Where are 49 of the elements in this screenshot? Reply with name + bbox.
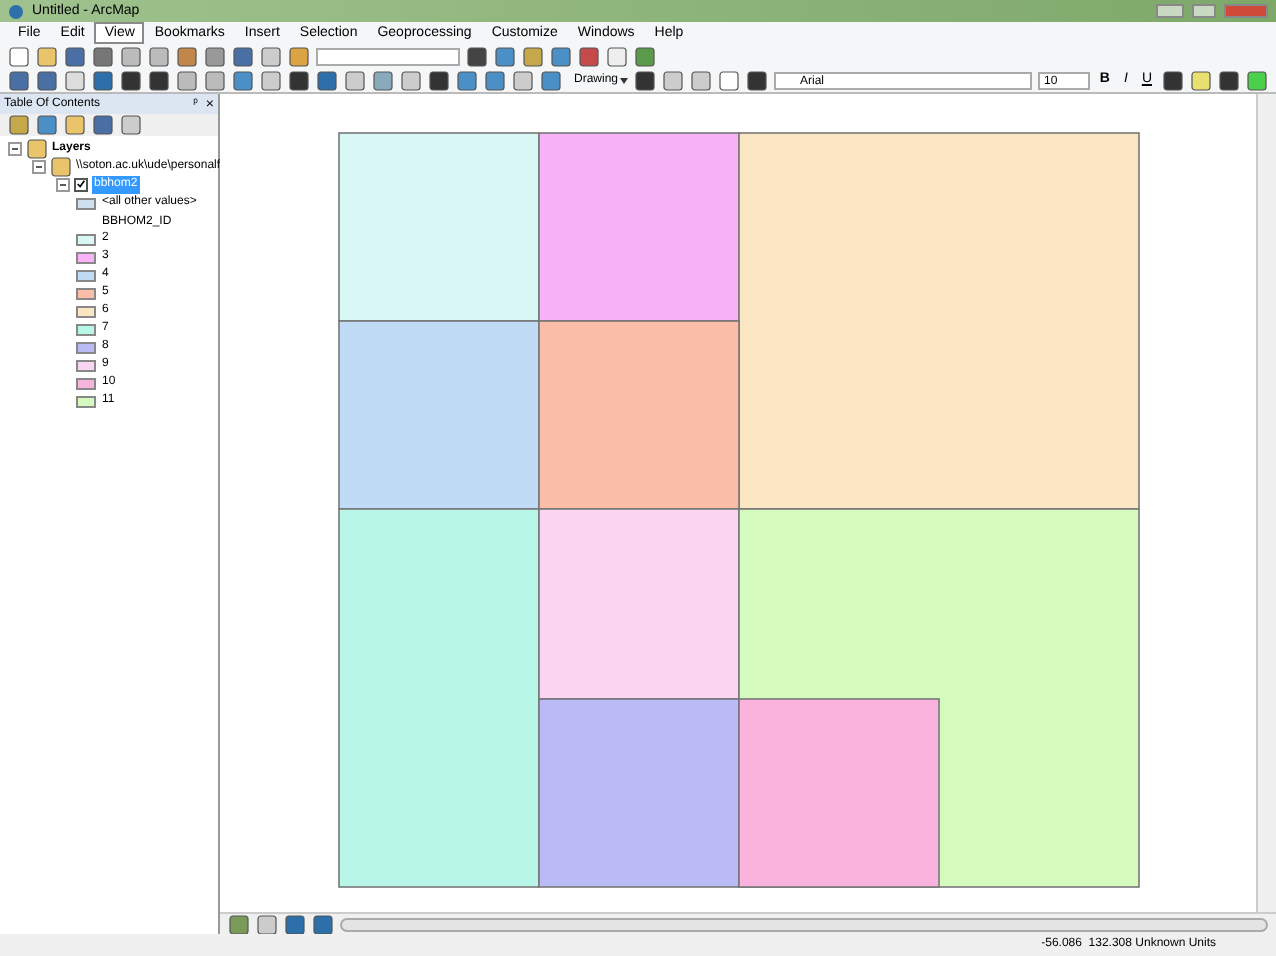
toolbar-icon[interactable] <box>232 69 254 91</box>
toolbar-icon[interactable] <box>1162 69 1184 91</box>
toolbar-icon[interactable] <box>456 69 478 91</box>
toolbar-icon[interactable] <box>634 69 657 91</box>
toolbar-icon[interactable] <box>1246 69 1268 91</box>
collapse-icon[interactable] <box>56 177 70 191</box>
view-icon[interactable] <box>312 913 334 935</box>
toc-tab-icon[interactable] <box>120 114 142 136</box>
toc-tab-icon[interactable] <box>8 114 30 136</box>
view-icon[interactable] <box>256 913 278 935</box>
toolbar-icon[interactable] <box>148 69 170 91</box>
toolbar-icon[interactable] <box>8 69 30 91</box>
collapse-icon[interactable] <box>8 141 22 155</box>
horizontal-scrollbar[interactable] <box>220 912 1276 934</box>
toolbar-icon[interactable] <box>288 45 310 67</box>
toolbar-icon[interactable] <box>494 45 516 67</box>
toolbar-icon[interactable] <box>204 45 226 67</box>
toolbar-icon[interactable] <box>316 69 338 91</box>
toolbar-icon[interactable] <box>522 45 544 67</box>
toolbar-icon[interactable] <box>428 69 450 91</box>
toolbar-icon[interactable] <box>372 69 394 91</box>
toolbar-icon[interactable] <box>484 69 506 91</box>
toc-tab-icon[interactable] <box>92 114 114 136</box>
toolbar-icon[interactable] <box>1218 69 1240 91</box>
toolbar-icon[interactable] <box>176 45 198 67</box>
toolbar-icon[interactable] <box>550 45 572 67</box>
toolbar-icon[interactable] <box>232 45 254 67</box>
view-icon[interactable] <box>284 913 306 935</box>
toolbar-icon[interactable] <box>92 45 114 67</box>
toolbar-icon[interactable] <box>36 69 58 91</box>
globe-icon <box>8 3 24 19</box>
toolbar-icon[interactable] <box>746 69 769 91</box>
toolbar-icon[interactable] <box>466 45 488 67</box>
toolbar-icon[interactable] <box>634 45 656 67</box>
toc-tab-icon[interactable] <box>36 114 58 136</box>
collapse-icon[interactable] <box>32 159 46 173</box>
toolbar-icon[interactable] <box>64 45 86 67</box>
toolbar-icon[interactable] <box>288 69 310 91</box>
layer-checkbox[interactable] <box>74 177 88 191</box>
toolbar-icon[interactable] <box>540 69 562 91</box>
toolbar-icon[interactable] <box>120 69 142 91</box>
caret-icon <box>620 77 629 83</box>
toolbar-icon[interactable] <box>92 69 114 91</box>
folder-icon[interactable] <box>50 155 72 177</box>
toolbar-icon[interactable] <box>578 45 600 67</box>
layers-icon[interactable] <box>26 137 48 159</box>
scale-field[interactable] <box>316 47 460 65</box>
toc-tab-icon[interactable] <box>64 114 86 136</box>
view-icon[interactable] <box>228 913 250 935</box>
